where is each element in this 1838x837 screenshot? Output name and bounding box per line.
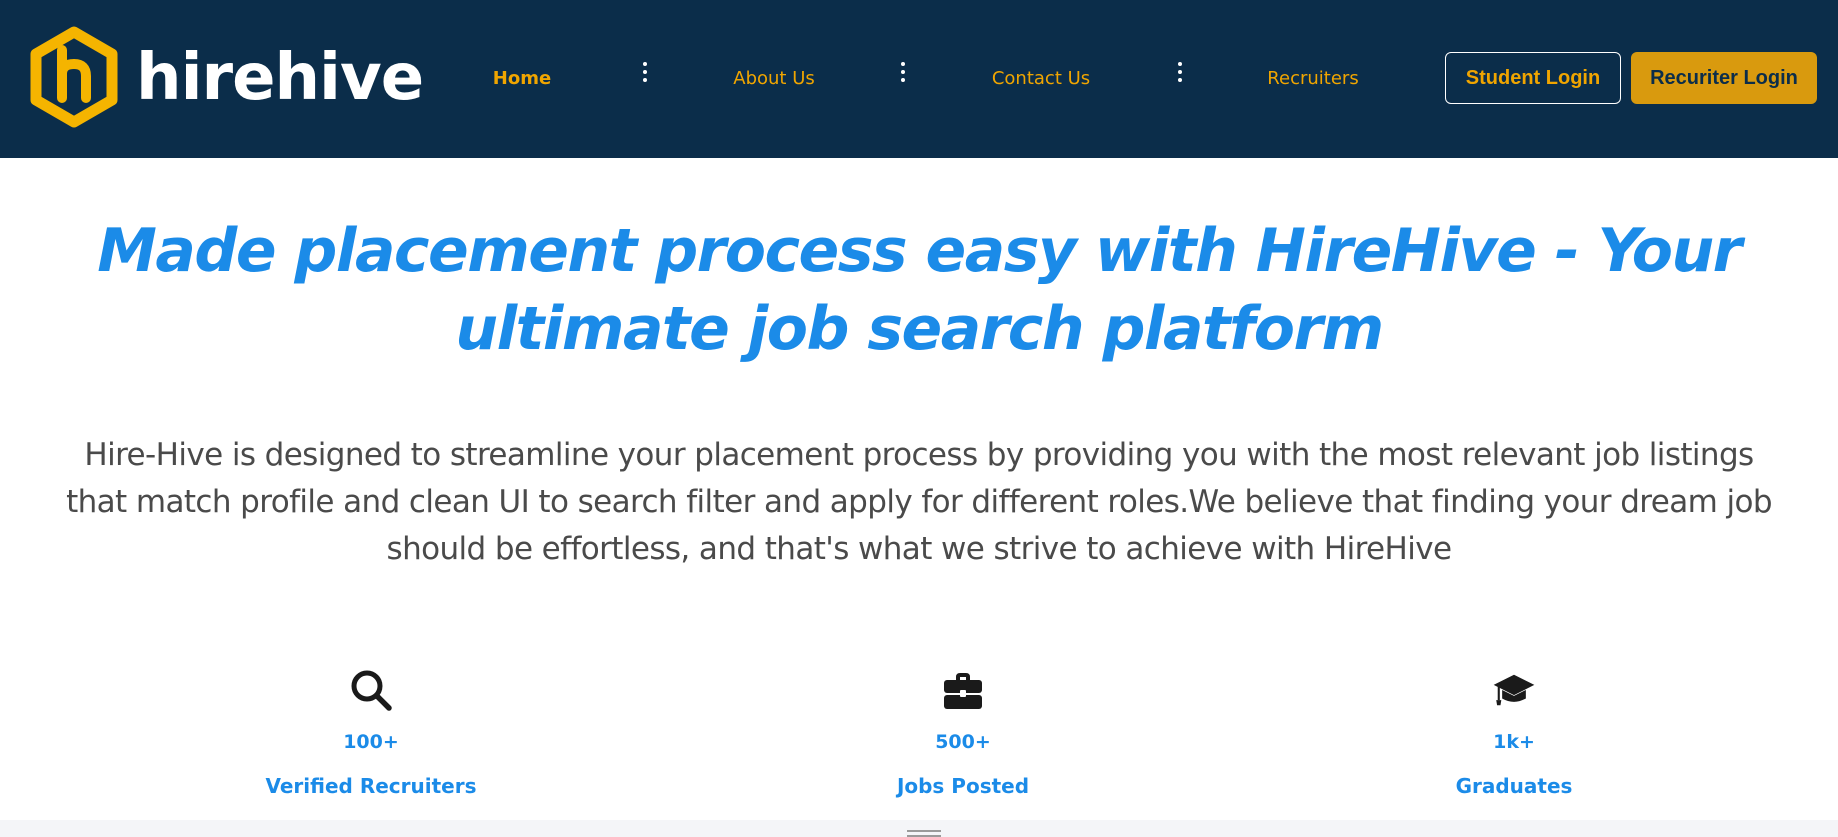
nav-recruiters[interactable]: Recruiters bbox=[1267, 68, 1358, 89]
nav-home[interactable]: Home bbox=[493, 68, 551, 89]
stat-value: 1k+ bbox=[1493, 731, 1535, 753]
hero-title: Made placement process easy with HireHiv… bbox=[97, 216, 1742, 364]
vertical-dots-icon bbox=[897, 62, 909, 92]
stat-value: 100+ bbox=[343, 731, 399, 753]
brand-name: hirehive bbox=[136, 41, 424, 115]
hexagon-h-logo-icon bbox=[30, 26, 118, 128]
stat-graduates: 1k+ Graduates bbox=[1354, 668, 1674, 798]
search-icon bbox=[351, 670, 392, 711]
nav-contact-us[interactable]: Contact Us bbox=[992, 68, 1090, 89]
student-login-button[interactable]: Student Login bbox=[1445, 52, 1621, 104]
vertical-dots-icon bbox=[1174, 62, 1186, 92]
navbar: hirehive Home About Us Contact Us Recrui… bbox=[0, 0, 1838, 158]
stat-label: Graduates bbox=[1455, 774, 1573, 798]
stat-recruiters: 100+ Verified Recruiters bbox=[211, 668, 531, 798]
drag-handle-icon[interactable] bbox=[907, 830, 941, 837]
next-section-strip bbox=[0, 820, 1838, 837]
stat-value: 500+ bbox=[935, 731, 991, 753]
brand-logo-link[interactable]: hirehive bbox=[28, 26, 424, 128]
hero-description: Hire-Hive is designed to streamline your… bbox=[66, 437, 1772, 567]
recruiter-login-button[interactable]: Recuriter Login bbox=[1631, 52, 1817, 104]
stat-label: Verified Recruiters bbox=[265, 774, 477, 798]
nav-about-us[interactable]: About Us bbox=[733, 68, 815, 89]
briefcase-icon bbox=[944, 673, 982, 709]
vertical-dots-icon bbox=[639, 62, 651, 92]
graduation-cap-icon bbox=[1493, 674, 1535, 706]
stat-label: Jobs Posted bbox=[896, 774, 1030, 798]
stat-jobs: 500+ Jobs Posted bbox=[803, 668, 1123, 798]
